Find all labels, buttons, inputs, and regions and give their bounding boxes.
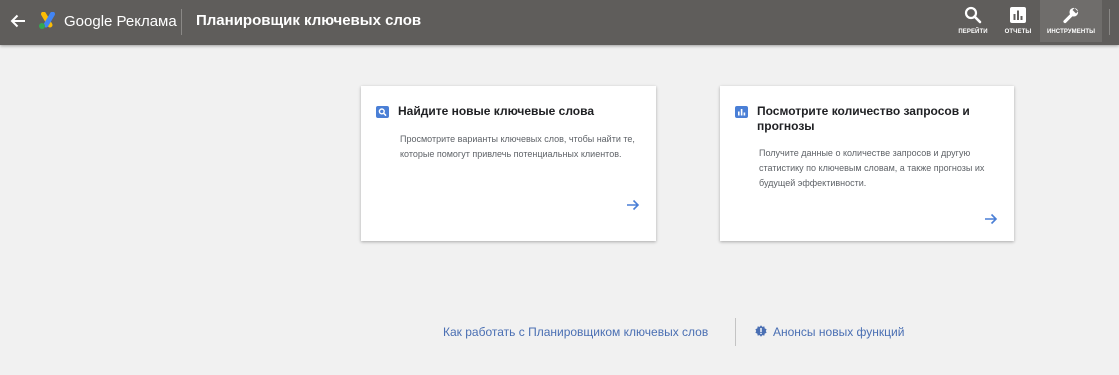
arrow-right-icon[interactable]	[983, 211, 999, 227]
new-badge-icon	[755, 325, 767, 337]
search-icon	[964, 6, 982, 24]
card-description: Просмотрите варианты ключевых слов, чтоб…	[400, 134, 635, 159]
card-title: Найдите новые ключевые слова	[398, 104, 595, 118]
goto-button[interactable]: ПЕРЕЙТИ	[953, 0, 993, 42]
bar-chart-icon	[735, 106, 748, 118]
new-features-label: Анонсы новых функций	[773, 325, 905, 339]
topbar-divider	[181, 9, 182, 35]
bar-chart-icon	[1010, 7, 1026, 23]
back-arrow-icon[interactable]	[8, 11, 28, 31]
search-volume-card[interactable]: Посмотрите количество запросов и прогноз…	[720, 86, 1014, 241]
page-title: Планировщик ключевых слов	[196, 12, 422, 29]
how-to-use-planner-link[interactable]: Как работать с Планировщиком ключевых сл…	[443, 325, 708, 339]
card-title: Посмотрите количество запросов и прогноз…	[757, 104, 970, 133]
reports-button[interactable]: ОТЧЕТЫ	[998, 0, 1038, 42]
brand-name: Google Реклама	[64, 13, 177, 30]
topbar-edge-divider	[1109, 9, 1110, 35]
reports-label: ОТЧЕТЫ	[1004, 29, 1032, 35]
find-keywords-card[interactable]: Найдите новые ключевые слова Просмотрите…	[361, 86, 656, 241]
top-app-bar: Google Реклама Планировщик ключевых слов…	[0, 0, 1119, 45]
card-description: Получите данные о количестве запросов и …	[759, 148, 985, 188]
arrow-right-icon[interactable]	[625, 197, 641, 213]
search-icon	[376, 106, 389, 118]
goto-label: ПЕРЕЙТИ	[958, 29, 988, 35]
wrench-icon	[1063, 7, 1079, 24]
tools-button[interactable]: ИНСТРУМЕНТЫ	[1040, 0, 1102, 42]
footer-divider	[735, 318, 736, 346]
google-ads-logo-icon	[39, 12, 55, 29]
tools-label: ИНСТРУМЕНТЫ	[1046, 29, 1096, 35]
